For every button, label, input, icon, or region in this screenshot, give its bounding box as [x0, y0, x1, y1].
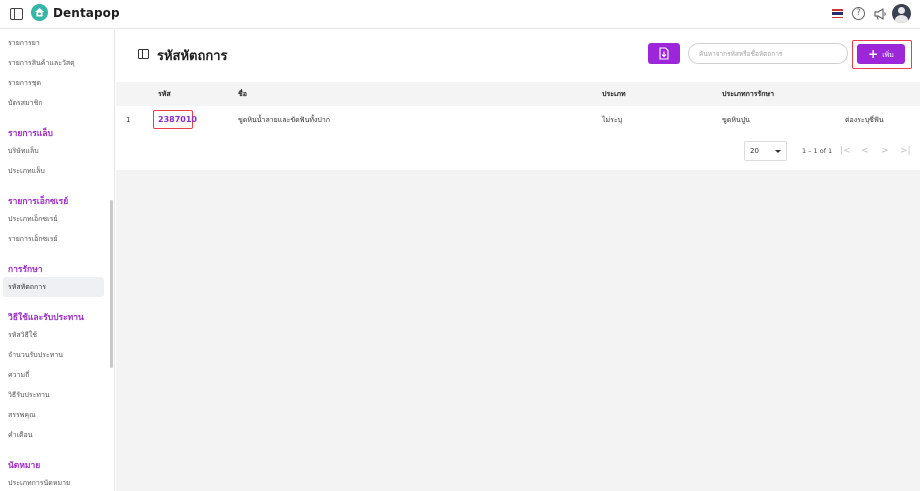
sidebar-item-medicine[interactable]: รายการยา — [3, 33, 104, 53]
page-title: รหัสหัตถการ — [157, 49, 228, 64]
sidebar-item-dose-amount[interactable]: จำนวนรับประทาน — [3, 345, 104, 365]
brand-name: Dentapop — [53, 6, 120, 20]
sidebar-item-lab-company[interactable]: บริษัทแล็บ — [3, 141, 104, 161]
first-page-icon[interactable]: |< — [840, 141, 851, 161]
sidebar-item-sets[interactable]: รายการชุด — [3, 73, 104, 93]
tooth-logo-icon — [31, 4, 48, 21]
add-button-label: เพิ่ม — [882, 51, 894, 59]
sidebar-item-membership[interactable]: บัตรสมาชิก — [3, 93, 104, 113]
row-type: ไม่ระบุ — [602, 116, 623, 124]
row-treatment-type: ขูดหินปูน — [722, 116, 750, 124]
table-row[interactable]: 1 ขูดหินน้ำลายและขัดฟันทั้งปาก ไม่ระบุ ข… — [116, 106, 920, 134]
download-icon — [659, 47, 669, 60]
sidebar-item-xray-type[interactable]: ประเภทเอ็กซเรย์ — [3, 209, 104, 229]
column-header-name[interactable]: ชื่อ — [238, 82, 247, 106]
row-tooth-required: ต่องระบุซี่ฟัน — [845, 116, 884, 124]
sidebar-item-procedure-code[interactable]: รหัสหัตถการ — [3, 277, 104, 297]
next-page-icon[interactable]: > — [881, 141, 889, 161]
sidebar-item-appointment-type[interactable]: ประเภทการนัดหมาย — [3, 473, 104, 491]
sidebar-section-xray: รายการเอ็กซเรย์ — [8, 197, 69, 207]
column-header-type[interactable]: ประเภท — [602, 82, 626, 106]
row-code-link[interactable]: 2387010 — [158, 106, 197, 134]
search-input[interactable] — [688, 43, 848, 64]
sidebar-item-usage-code[interactable]: รหัสวิธีใช้ — [3, 325, 104, 345]
help-icon[interactable]: ? — [852, 7, 865, 20]
sidebar-section-treatment: การรักษา — [8, 265, 43, 275]
column-header-code[interactable]: รหัส — [158, 82, 171, 106]
sidebar-item-xray-list[interactable]: รายการเอ็กซเรย์ — [3, 229, 104, 249]
sidebar-section-usage: วิธีใช้และรับประทาน — [8, 313, 84, 323]
plus-icon: + — [868, 47, 879, 61]
sidebar-item-products[interactable]: รายการสินค้าและวัสดุ — [3, 53, 104, 73]
megaphone-icon[interactable] — [873, 7, 887, 21]
top-bar: Dentapop ? — [0, 0, 920, 29]
procedure-card: รหัสหัตถการ +เพิ่ม รหัส ชื่อ ประเภท ประเ… — [116, 30, 920, 170]
sidebar-section-appointment: นัดหมาย — [8, 461, 41, 471]
sidebar-item-warning[interactable]: คำเตือน — [3, 425, 104, 445]
sidebar-item-dose-method[interactable]: วิธีรับประทาน — [3, 385, 104, 405]
page-size-value: 20 — [750, 147, 759, 155]
user-avatar-icon[interactable] — [892, 4, 911, 23]
export-button[interactable] — [648, 43, 680, 64]
chevron-down-icon — [775, 150, 781, 153]
sidebar-scrollbar[interactable] — [110, 200, 113, 368]
panel-icon — [138, 49, 149, 59]
table-header: รหัส ชื่อ ประเภท ประเภทการรักษา — [116, 82, 920, 106]
sidebar-item-frequency[interactable]: ความถี่ — [3, 365, 104, 385]
last-page-icon[interactable]: >| — [900, 141, 911, 161]
panel-toggle-icon[interactable] — [10, 8, 23, 20]
sidebar-item-lab-type[interactable]: ประเภทแล็บ — [3, 161, 104, 181]
sidebar-item-properties[interactable]: สรรพคุณ — [3, 405, 104, 425]
pagination-range: 1 – 1 of 1 — [802, 147, 833, 155]
main-content: รหัสหัตถการ +เพิ่ม รหัส ชื่อ ประเภท ประเ… — [116, 30, 920, 491]
add-button[interactable]: + เพิ่ม — [857, 44, 905, 64]
page-size-select[interactable]: 20 — [744, 141, 787, 161]
sidebar: รายการยา รายการสินค้าและวัสดุ รายการชุด … — [0, 30, 115, 491]
column-header-treatment-type[interactable]: ประเภทการรักษา — [722, 82, 774, 106]
row-index: 1 — [126, 116, 131, 124]
thai-flag-icon[interactable] — [832, 9, 843, 18]
row-name: ขูดหินน้ำลายและขัดฟันทั้งปาก — [238, 116, 331, 124]
prev-page-icon[interactable]: < — [861, 141, 869, 161]
sidebar-section-lab: รายการแล็บ — [8, 129, 53, 139]
